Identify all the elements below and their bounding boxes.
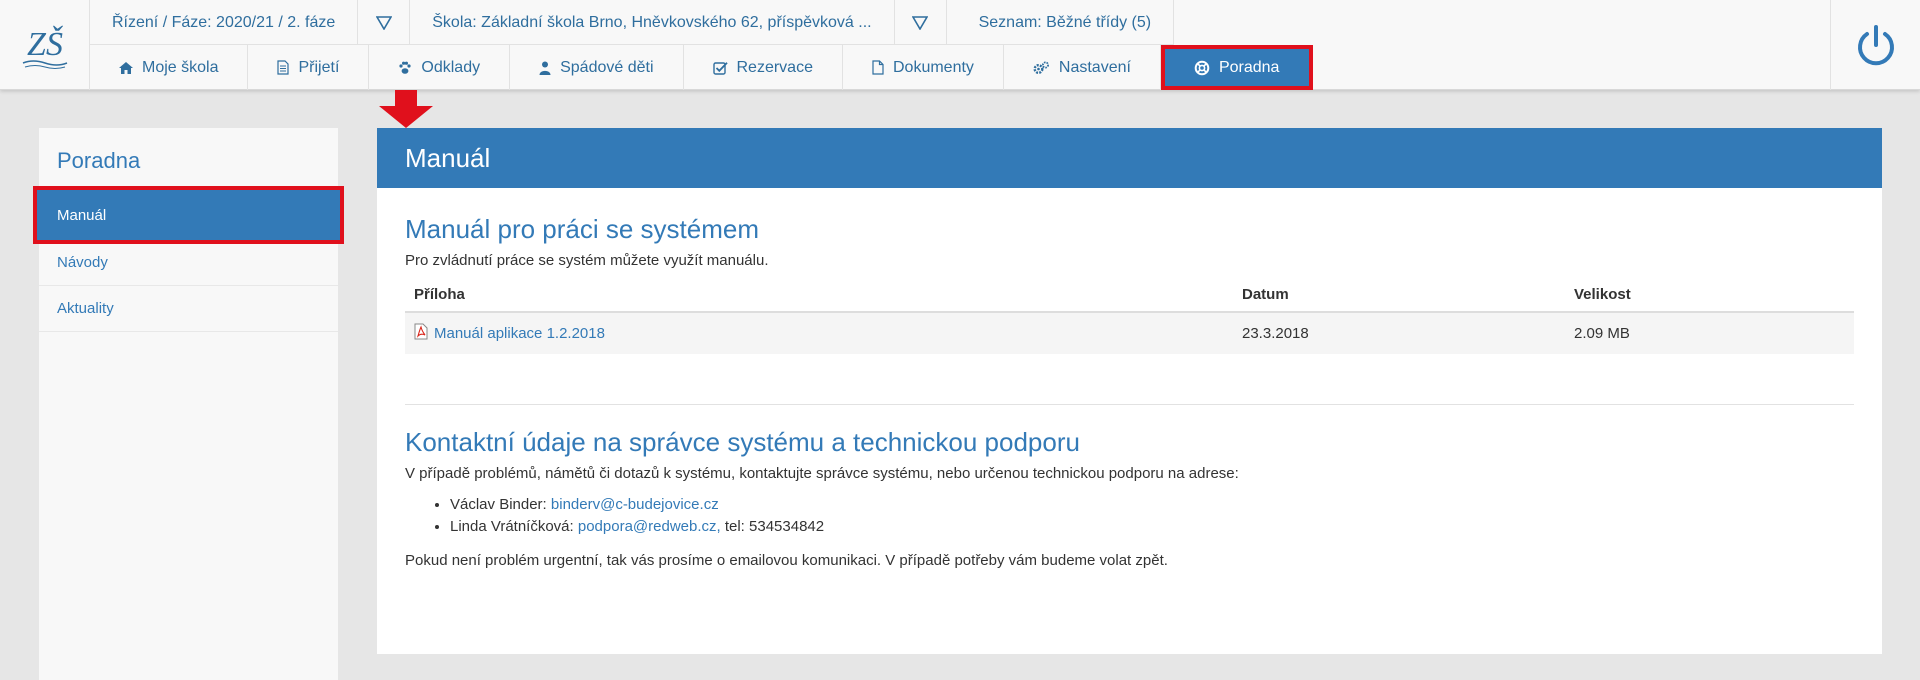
annotation-arrow-icon (378, 90, 434, 133)
nav-label: Poradna (1218, 58, 1280, 76)
nav-rezervace[interactable]: Rezervace (684, 45, 843, 90)
list-label: Seznam: Běžné třídy (5) (978, 13, 1152, 31)
school-label: Škola: Základní škola Brno, Hněvkovského… (432, 13, 872, 31)
list-item: Linda Vrátníčková: podpora@redweb.cz, te… (450, 516, 1854, 538)
manual-intro: Pro zvládnutí práce se systém můžete vyu… (405, 252, 769, 269)
phase-selector[interactable]: Řízení / Fáze: 2020/21 / 2. fáze (90, 0, 359, 45)
phase-label: Řízení / Fáze: 2020/21 / 2. fáze (112, 13, 336, 31)
nav-dokumenty[interactable]: Dokumenty (843, 45, 1004, 90)
page-title: Manuál (377, 128, 1882, 188)
paw-icon (398, 61, 412, 75)
sidebar: Poradna Manuál Návody Aktuality (33, 128, 344, 680)
nav-moje-skola[interactable]: Moje škola (90, 45, 249, 90)
triangle-down-icon (912, 15, 929, 30)
nav-label: Přijetí (298, 58, 340, 76)
date-cell: 23.3.2018 (1233, 312, 1565, 354)
triangle-down-icon (375, 15, 392, 30)
pdf-file-icon (414, 323, 428, 344)
content: Manuál pro práci se systémem Pro zvládnu… (377, 188, 1882, 569)
home-icon (119, 61, 133, 74)
sidebar-item-manual[interactable]: Manuál (33, 186, 344, 244)
table-row: Manuál aplikace 1.2.2018 23.3.2018 2.09 … (405, 312, 1854, 354)
manual-download-link[interactable]: Manuál aplikace 1.2.2018 (414, 323, 605, 344)
column-header-attachment: Příloha (405, 277, 1233, 313)
phase-dropdown-button[interactable] (358, 0, 411, 45)
nav-spadove-deti[interactable]: Spádové děti (510, 45, 684, 90)
file-icon (872, 60, 884, 75)
contact-phone: tel: 534534842 (720, 518, 825, 535)
nav-label: Rezervace (736, 58, 813, 76)
contact-email-link[interactable]: binderv@c-budejovice.cz (551, 496, 719, 513)
contact-list: Václav Binder: binderv@c-budejovice.cz L… (450, 494, 1854, 538)
lifebuoy-icon (1194, 60, 1210, 76)
context-bar: Řízení / Fáze: 2020/21 / 2. fáze Škola: … (90, 0, 1175, 45)
contact-note: Pokud není problém urgentní, tak vás pro… (405, 552, 1168, 569)
logo[interactable]: ZŠ (0, 0, 90, 90)
gears-icon (1033, 61, 1050, 75)
nav-label: Odklady (421, 58, 481, 76)
nav-label: Moje škola (142, 58, 219, 76)
list-item: Václav Binder: binderv@c-budejovice.cz (450, 494, 1854, 516)
svg-text:ZŠ: ZŠ (27, 25, 63, 63)
contact-name: Václav Binder: (450, 496, 547, 513)
school-selector[interactable]: Škola: Základní škola Brno, Hněvkovského… (410, 0, 895, 45)
attachment-name: Manuál aplikace 1.2.2018 (434, 325, 605, 342)
user-icon (539, 61, 551, 75)
main-panel: Manuál Manuál pro práci se systémem Pro … (377, 128, 1882, 654)
list-selector[interactable]: Seznam: Běžné třídy (5) (947, 0, 1175, 45)
school-logo-icon: ZŠ (22, 25, 67, 69)
contact-intro: V případě problémů, námětů či dotazů k s… (405, 465, 1239, 482)
column-header-date: Datum (1233, 277, 1565, 313)
manual-heading: Manuál pro práci se systémem (405, 214, 760, 244)
contact-name: Linda Vrátníčková: (450, 518, 574, 535)
document-icon (277, 60, 290, 75)
nav-prijeti[interactable]: Přijetí (248, 45, 370, 90)
attachment-cell: Manuál aplikace 1.2.2018 (405, 312, 1233, 354)
size-cell: 2.09 MB (1565, 312, 1854, 354)
contact-email-link[interactable]: podpora@redweb.cz, (578, 518, 721, 535)
column-header-size: Velikost (1565, 277, 1854, 313)
power-icon (1857, 25, 1894, 66)
nav-poradna[interactable]: Poradna (1160, 45, 1314, 90)
nav-odklady[interactable]: Odklady (369, 45, 511, 90)
section-divider (405, 404, 1854, 405)
logout-button[interactable] (1830, 0, 1920, 90)
nav-nastaveni[interactable]: Nastavení (1004, 45, 1161, 90)
main-nav: Moje škola Přijetí Odklady Spádové děti … (90, 45, 1314, 90)
sidebar-item-aktuality[interactable]: Aktuality (39, 286, 338, 332)
attachments-table: Příloha Datum Velikost Manuál aplikace 1… (405, 277, 1854, 354)
contact-heading: Kontaktní údaje na správce systému a tec… (405, 427, 1080, 457)
top-header: ZŠ Řízení / Fáze: 2020/21 / 2. fáze Škol… (0, 0, 1920, 90)
sidebar-item-navody[interactable]: Návody (39, 240, 338, 286)
nav-label: Spádové děti (560, 58, 654, 76)
checkbox-icon (712, 61, 728, 75)
school-dropdown-button[interactable] (895, 0, 947, 45)
nav-label: Dokumenty (892, 58, 974, 76)
nav-label: Nastavení (1058, 58, 1131, 76)
sidebar-title: Poradna (57, 148, 141, 173)
